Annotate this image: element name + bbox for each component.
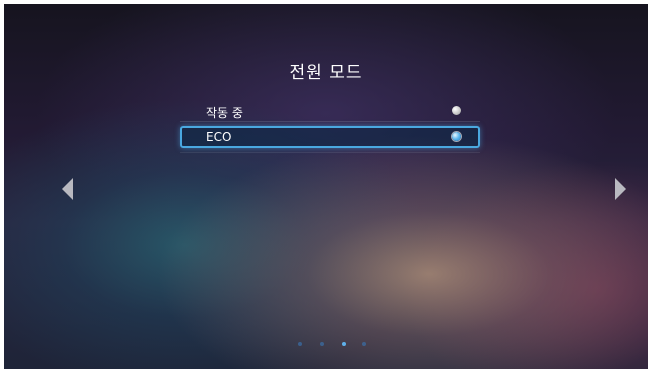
option-eco[interactable]: ECO: [180, 126, 480, 148]
page-dot: [320, 342, 324, 346]
option-operating[interactable]: 작동 중: [180, 100, 480, 122]
radio-selected-icon[interactable]: [452, 132, 461, 141]
page-dot-active: [342, 342, 346, 346]
arrow-left-icon[interactable]: [62, 178, 73, 200]
option-label: 작동 중: [206, 106, 243, 120]
page-dot: [298, 342, 302, 346]
page-dot: [362, 342, 366, 346]
option-label: ECO: [206, 130, 232, 144]
power-mode-screen: 전원 모드 작동 중 ECO: [4, 4, 648, 369]
page-title: 전원 모드: [289, 63, 363, 83]
arrow-right-icon[interactable]: [615, 178, 626, 200]
radio-unselected-icon[interactable]: [452, 106, 461, 115]
divider: [180, 152, 480, 153]
